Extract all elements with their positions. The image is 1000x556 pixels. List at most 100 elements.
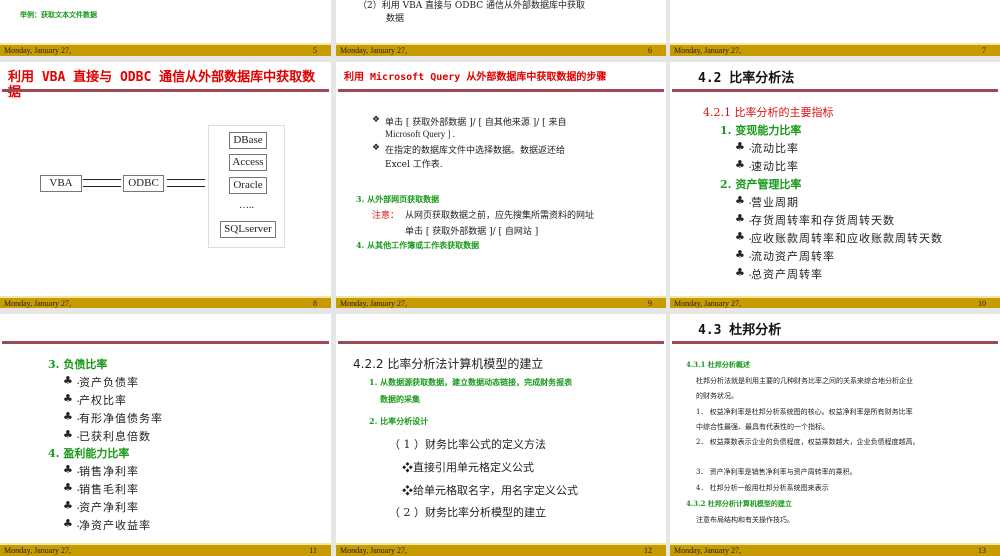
club-bullet-icon: ♣ . [63,517,80,530]
group-heading: 1. 变现能力比率 [720,124,802,137]
slide-number: 9 [648,299,652,308]
bullet-icon: ❖ [372,115,381,125]
item-heading: 3. 从外部网页获取数据 [356,194,440,204]
slide-footer: Monday, January 27, 10 [670,296,1000,308]
slide-footer: Monday, January 27, 9 [336,296,666,308]
item-heading: 数据的采集 [380,394,420,404]
paragraph: 3． 资产净利率是销售净利率与资产周转率的乘积。 [696,468,857,476]
slide-6[interactable]: （2）利用 VBA 直接与 ODBC 通信从外部数据库中获取 数据 Monday… [336,0,666,56]
club-bullet-icon: ♣ . [735,194,752,207]
slide-number: 12 [644,546,652,555]
club-bullet-icon: ♣ . [63,374,80,387]
slide-8[interactable]: 利用 VBA 直接与 ODBC 通信从外部数据库中获取数据 VBA ODBC D… [0,62,331,308]
title-rule [672,89,998,92]
club-bullet-icon: ♣ . [63,499,80,512]
slide-12[interactable]: 4.2.2 比率分析法计算机模型的建立 1. 从数据源获取数据，建立数据动态链接… [336,314,666,556]
list-item: 流动资产周转率 [751,250,835,263]
slide-footer: Monday, January 27, 7 [670,43,1000,56]
item-text: （ 2 ）财务比率分析模型的建立 [389,506,546,519]
list-item: 流动比率 [751,142,799,155]
slide-11[interactable]: 3. 负债比率 4. 盈利能力比率 Monday, January 27, 11 … [0,314,331,556]
bullet-text: 在指定的数据库文件中选择数据。数据返还给 [385,146,566,156]
slide-footer: Monday, January 27, 13 [670,543,1000,556]
club-bullet-icon: ♣ . [735,248,752,261]
club-bullet-icon: ♣ . [63,410,80,423]
item-heading: 2. 比率分析设计 [369,416,429,426]
club-bullet-icon: ♣ . [63,428,80,441]
list-item: 已获利息倍数 [79,430,151,443]
arrow-left [83,186,121,187]
club-bullet-icon: ♣ . [63,463,80,476]
odbc-box: ODBC [123,175,164,192]
club-bullet-icon: ♣ . [735,158,752,171]
footer-date: Monday, January 27, [4,46,72,55]
slide-5[interactable]: 举例：获取文本文件数据 Monday, January 27, 5 [0,0,331,56]
subheading: 4.3.1 杜邦分析概述 [686,360,750,369]
slide-number: 6 [648,46,652,55]
arrow-left [167,186,205,187]
slide-9[interactable]: 利用 Microsoft Query 从外部数据库中获取数据的步骤 ❖ 单击 [… [336,62,666,308]
ellipsis: ….. [239,200,254,211]
paragraph: 2． 权益乘数表示企业的负债程度，权益乘数越大，企业负债程度越高。 [696,438,920,446]
slide-footer: Monday, January 27, 6 [336,43,666,56]
footer-date: Monday, January 27, [340,299,408,308]
list-item: 存货周转率和存货周转天数 [751,214,895,227]
slide-title: 4.3 杜邦分析 [698,323,782,338]
slide-title: 利用 Microsoft Query 从外部数据库中获取数据的步骤 [344,72,607,83]
club-bullet-icon: ♣ . [735,266,752,279]
slide-footer: Monday, January 27, 12 [336,543,666,556]
footer-date: Monday, January 27, [674,299,742,308]
paragraph: 的财务状况。 [696,392,738,400]
footer-date: Monday, January 27, [4,299,72,308]
club-bullet-icon: ♣ . [735,212,752,225]
slide-title: 4.2.2 比率分析法计算机模型的建立 [353,357,544,371]
item-text: ❖直接引用单元格定义公式 [402,461,534,474]
bullet-text: Microsoft Query ] . [385,129,455,139]
slide-number: 8 [313,299,317,308]
slide-title: 利用 VBA 直接与 ODBC 通信从外部数据库中获取数据 [8,70,316,100]
paragraph: 4． 杜邦分析一般用杜邦分析系统图来表示 [696,484,829,492]
paragraph: 1． 权益净利率是杜邦分析系统图的核心。权益净利率是所有财务比率 [696,408,913,416]
note-text: 单击 [ 获取外部数据 ]/ [ 自网站 ] [405,227,539,237]
footer-date: Monday, January 27, [674,546,742,555]
title-rule [2,89,329,92]
slide-10[interactable]: 4.2 比率分析法 4.2.1 比率分析的主要指标 1. 变现能力比率 2. 资… [670,62,1000,308]
note-text: 从网页获取数据之前，应先搜集所需资料的网址 [405,211,595,221]
subheading: 4.3.2 杜邦分析计算机模型的建立 [686,499,792,508]
bullet-text: Excel 工作表. [385,160,443,170]
list-item: 销售净利率 [79,465,139,478]
slide-13[interactable]: 4.3 杜邦分析 4.3.1 杜邦分析概述 杜邦分析法就是利用主要的几种财务比率… [670,314,1000,556]
slide-number: 7 [982,46,986,55]
club-bullet-icon: ♣ . [735,140,752,153]
group-heading: 3. 负债比率 [48,358,108,371]
slide-number: 11 [309,546,317,555]
slide-number: 13 [978,546,986,555]
db-box: SQLserver [220,221,276,238]
paragraph: 中综合性最强、最具有代表性的一个指标。 [696,423,829,431]
paragraph: 注意布局结构和有关操作技巧。 [696,516,794,524]
db-box: Access [229,154,267,171]
list-item: 资产净利率 [79,501,139,514]
item-heading: 4. 从其他工作簿或工作表获取数据 [356,240,480,250]
paragraph: 杜邦分析法就是利用主要的几种财务比率之间的关系来综合地分析企业 [696,377,913,385]
slide-footer: Monday, January 27, 8 [0,296,331,308]
list-item: 应收账款周转率和应收账款周转天数 [751,232,943,245]
slide-7[interactable]: Monday, January 27, 7 [670,0,1000,56]
list-item: 速动比率 [751,160,799,173]
slide-text: 数据 [386,14,405,24]
db-box: DBase [229,132,267,149]
arrow-right [83,179,121,180]
database-group: DBase Access Oracle ….. SQLserver [208,125,285,248]
footer-date: Monday, January 27, [4,546,72,555]
vba-box: VBA [40,175,82,192]
footer-date: Monday, January 27, [340,46,408,55]
list-item: 总资产周转率 [751,268,823,281]
slide-text: 举例：获取文本文件数据 [20,10,97,19]
slide-footer: Monday, January 27, 11 [0,543,331,556]
list-item: 销售毛利率 [79,483,139,496]
title-rule [338,341,664,344]
arrow-right [167,179,205,180]
slide-title: 4.2 比率分析法 [698,71,795,86]
slide-number: 10 [978,299,986,308]
club-bullet-icon: ♣ . [735,230,752,243]
